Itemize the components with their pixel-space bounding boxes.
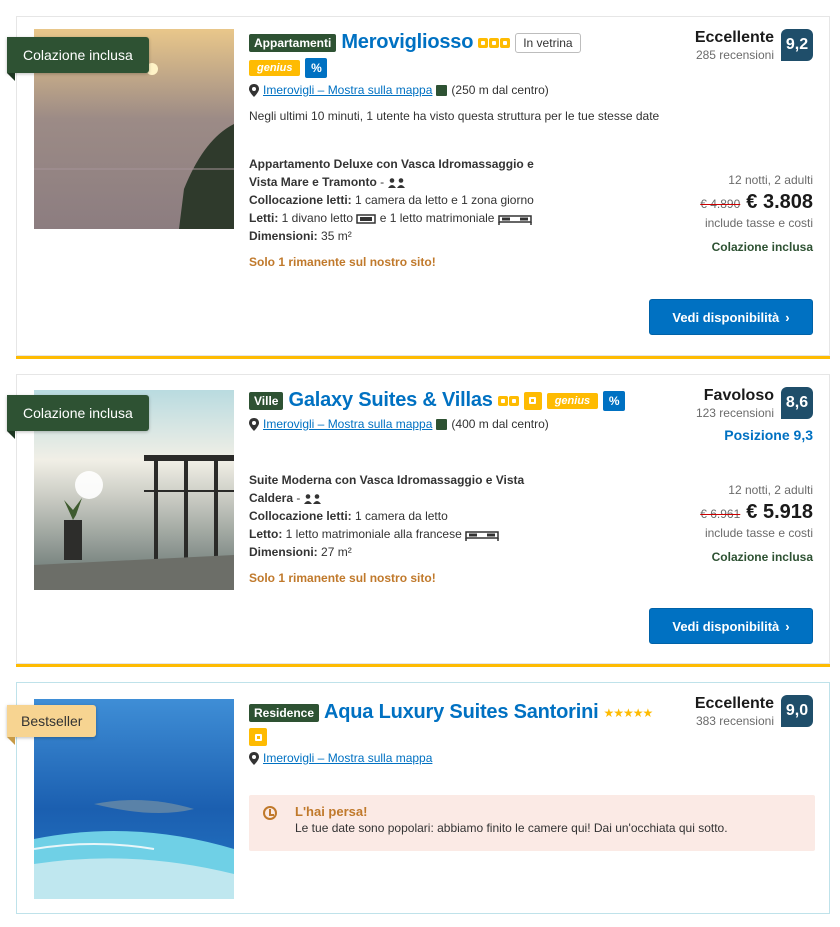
map-link[interactable]: Imerovigli – Mostra sulla mappa xyxy=(263,417,432,431)
review-score[interactable]: Favoloso 123 recensioni 8,6 xyxy=(653,387,813,421)
genius-badge: genius xyxy=(249,60,301,76)
discount-badge: % xyxy=(305,58,328,78)
preferred-partner-icon xyxy=(249,728,267,746)
clock-icon xyxy=(263,806,277,820)
preferred-partner-icon xyxy=(523,391,542,410)
rating-label: Eccellente xyxy=(694,695,774,712)
rating-label: Eccellente xyxy=(694,29,774,46)
featured-badge: In vetrina xyxy=(515,32,581,53)
room-size: Dimensioni: 27 m² xyxy=(249,545,352,559)
breakfast-note: Colazione inclusa xyxy=(711,550,813,564)
sold-out-text: Le tue date sono popolari: abbiamo finit… xyxy=(295,821,728,835)
scarcity-message: Solo 1 rimanente sul nostro sito! xyxy=(249,571,436,585)
review-count: 285 recensioni xyxy=(695,48,774,62)
rating-squares-icon xyxy=(497,395,519,406)
score-badge: 9,2 xyxy=(781,29,813,61)
distance-text: (250 m dal centro) xyxy=(451,83,549,97)
review-score[interactable]: Eccellente 383 recensioni 9,0 xyxy=(653,695,813,729)
sold-out-title: L'hai persa! xyxy=(295,804,368,819)
property-card: Colazione inclusa Appartamenti Merovigli… xyxy=(7,16,830,356)
distance-icon xyxy=(436,84,448,96)
current-price: € 3.808 xyxy=(746,191,813,213)
property-type-badge: Ville xyxy=(249,391,284,410)
room-name: Suite Moderna con Vasca Idromassaggio e … xyxy=(249,473,525,505)
genius-badge: genius xyxy=(546,392,599,409)
bestseller-ribbon: Bestseller xyxy=(7,705,97,745)
breakfast-note: Colazione inclusa xyxy=(711,240,813,254)
guests-icon xyxy=(303,494,321,504)
sofa-bed-icon xyxy=(356,214,377,224)
taxes-note: include tasse e costi xyxy=(704,216,813,230)
property-type-badge: Residence xyxy=(249,703,320,722)
property-name-link[interactable]: Aqua Luxury Suites Santorini xyxy=(324,701,599,724)
distance-text: (400 m dal centro) xyxy=(451,417,549,431)
breakfast-ribbon: Colazione inclusa xyxy=(7,395,149,439)
sold-out-notice: L'hai persa! Le tue date sono popolari: … xyxy=(249,795,815,851)
map-pin-icon xyxy=(249,83,259,97)
room-size: Dimensioni: 35 m² xyxy=(249,229,352,243)
beds-arrangement: Collocazione letti: 1 camera da letto xyxy=(249,509,448,523)
rating-squares-icon xyxy=(478,37,511,48)
original-price: € 6.961 xyxy=(700,507,741,521)
property-name-link[interactable]: Galaxy Suites & Villas xyxy=(288,389,492,412)
map-link[interactable]: Imerovigli – Mostra sulla mappa xyxy=(263,751,432,765)
discount-badge: % xyxy=(603,390,626,411)
property-type-badge: Appartamenti xyxy=(249,33,337,52)
see-availability-button[interactable]: Vedi disponibilità › xyxy=(649,608,813,644)
map-link[interactable]: Imerovigli – Mostra sulla mappa xyxy=(263,83,432,97)
score-badge: 9,0 xyxy=(781,695,813,727)
room-name: Appartamento Deluxe con Vasca Idromassag… xyxy=(249,157,534,189)
scarcity-message: Solo 1 rimanente sul nostro sito! xyxy=(249,255,436,269)
score-badge: 8,6 xyxy=(781,387,813,419)
beds-detail: Letti: 1 divano letto e 1 letto matrimon… xyxy=(249,209,689,227)
location-score: Posizione 9,3 xyxy=(724,427,813,443)
current-price: € 5.918 xyxy=(746,501,813,523)
double-bed-icon xyxy=(465,531,499,541)
review-count: 123 recensioni xyxy=(695,406,774,420)
star-rating-icon: ★★★★★ xyxy=(603,705,653,720)
property-name-link[interactable]: Merovigliosso xyxy=(341,31,473,54)
chevron-right-icon: › xyxy=(785,309,790,325)
original-price: € 4.890 xyxy=(700,197,741,211)
double-bed-icon xyxy=(498,215,532,225)
see-availability-button[interactable]: Vedi disponibilità › xyxy=(649,299,813,335)
distance-icon xyxy=(436,418,448,430)
breakfast-ribbon: Colazione inclusa xyxy=(7,37,149,81)
stay-details: 12 notti, 2 adulti xyxy=(728,483,813,497)
recent-views-text: Negli ultimi 10 minuti, 1 utente ha vist… xyxy=(249,109,660,123)
taxes-note: include tasse e costi xyxy=(704,526,813,540)
property-card: Bestseller Residence Aqua Luxury Suites … xyxy=(7,682,830,914)
beds-arrangement: Collocazione letti: 1 camera da letto e … xyxy=(249,193,534,207)
guests-icon xyxy=(387,178,405,188)
review-score[interactable]: Eccellente 285 recensioni 9,2 xyxy=(653,29,813,63)
chevron-right-icon: › xyxy=(785,618,790,634)
property-card: Colazione inclusa Ville Galaxy Suites & … xyxy=(7,374,830,664)
map-pin-icon xyxy=(249,751,259,765)
rating-label: Favoloso xyxy=(703,387,774,404)
map-pin-icon xyxy=(249,417,259,431)
review-count: 383 recensioni xyxy=(695,714,774,728)
beds-detail: Letto: 1 letto matrimoniale alla frances… xyxy=(249,525,689,543)
stay-details: 12 notti, 2 adulti xyxy=(728,173,813,187)
